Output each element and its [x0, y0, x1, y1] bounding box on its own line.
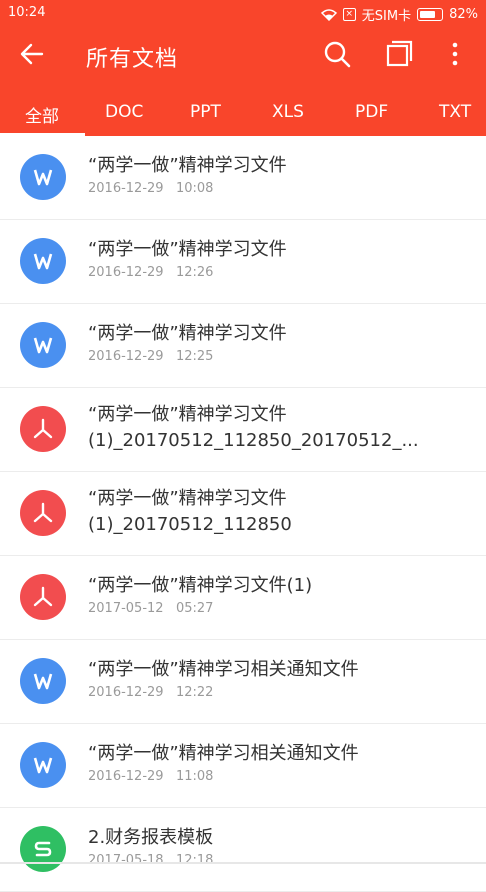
app-bar: 所有文档	[0, 26, 486, 88]
file-date: 2017-05-12 05:27	[88, 601, 214, 616]
file-date: 2016-12-29 12:26	[88, 265, 214, 280]
word-file-icon	[20, 742, 66, 788]
tab-ppt[interactable]: PPT	[190, 102, 221, 122]
no-sim-icon: ×	[342, 8, 356, 21]
tab-pdf-label: PDF	[355, 102, 389, 122]
file-item[interactable]: “两学一做”精神学习文件 (1)_20170512_112850	[0, 472, 486, 556]
file-item[interactable]: 2.财务报表模板 2017-05-18 12:18	[0, 808, 486, 892]
tab-bar: 全部 DOC PPT XLS PDF TXT	[0, 88, 486, 136]
search-icon[interactable]	[322, 39, 352, 69]
status-right: × 无SIM卡 82%	[320, 5, 478, 24]
file-item[interactable]: “两学一做”精神学习文件 2016-12-29 12:25	[0, 304, 486, 388]
file-list: “两学一做”精神学习文件 2016-12-29 10:08 “两学一做”精神学习…	[0, 136, 486, 892]
pdf-file-icon	[20, 406, 66, 452]
file-date: 2016-12-29 12:25	[88, 349, 214, 364]
tab-txt[interactable]: TXT	[439, 102, 471, 122]
pdf-file-icon	[20, 490, 66, 536]
tab-txt-label: TXT	[439, 102, 472, 122]
battery-percent: 82%	[449, 7, 478, 22]
top-bar: 10:24 × 无SIM卡 82% 所有文档 全部 DOC PPT XLS PD…	[0, 0, 486, 136]
status-bar: 10:24 × 无SIM卡 82%	[0, 0, 486, 26]
sim-status: 无SIM卡	[361, 9, 412, 24]
file-item[interactable]: “两学一做”精神学习相关通知文件 2016-12-29 12:22	[0, 640, 486, 724]
pdf-file-icon	[20, 574, 66, 620]
word-file-icon	[20, 238, 66, 284]
file-name-line2: (1)_20170512_112850	[88, 514, 292, 535]
file-name: “两学一做”精神学习相关通知文件	[88, 659, 359, 680]
tab-doc-label: DOC	[105, 102, 144, 122]
file-name: “两学一做”精神学习文件(1)	[88, 575, 313, 596]
word-file-icon	[20, 322, 66, 368]
file-date: 2016-12-29 12:22	[88, 685, 214, 700]
back-arrow-icon[interactable]	[18, 40, 46, 68]
tab-xls-label: XLS	[272, 102, 304, 122]
file-name-line2: (1)_20170512_112850_20170512_...	[88, 430, 419, 451]
tab-all[interactable]: 全部	[0, 102, 85, 136]
word-file-icon	[20, 658, 66, 704]
file-item[interactable]: “两学一做”精神学习文件 2016-12-29 12:26	[0, 220, 486, 304]
file-date: 2017-05-18 12:18	[88, 853, 214, 868]
tab-doc[interactable]: DOC	[105, 102, 143, 122]
tab-ppt-label: PPT	[190, 102, 221, 122]
file-name: “两学一做”精神学习文件	[88, 323, 287, 344]
file-name: “两学一做”精神学习文件	[88, 239, 287, 260]
battery-icon	[417, 8, 444, 21]
wifi-icon	[320, 8, 337, 21]
file-item[interactable]: “两学一做”精神学习文件 (1)_20170512_112850_2017051…	[0, 388, 486, 472]
file-date: 2016-12-29 10:08	[88, 181, 214, 196]
file-name: “两学一做”精神学习文件	[88, 488, 287, 509]
file-item[interactable]: “两学一做”精神学习文件 2016-12-29 10:08	[0, 136, 486, 220]
file-name: “两学一做”精神学习文件	[88, 155, 287, 176]
sheet-file-icon	[20, 826, 66, 872]
file-name: “两学一做”精神学习相关通知文件	[88, 743, 359, 764]
page-title: 所有文档	[86, 47, 179, 72]
file-item[interactable]: “两学一做”精神学习相关通知文件 2016-12-29 11:08	[0, 724, 486, 808]
word-file-icon	[20, 154, 66, 200]
tab-pdf[interactable]: PDF	[355, 102, 388, 122]
file-item[interactable]: “两学一做”精神学习文件(1) 2017-05-12 05:27	[0, 556, 486, 640]
tab-xls[interactable]: XLS	[272, 102, 304, 122]
file-date: 2016-12-29 11:08	[88, 769, 214, 784]
file-name: “两学一做”精神学习文件	[88, 404, 287, 425]
more-vertical-icon[interactable]	[440, 39, 470, 69]
file-name: 2.财务报表模板	[88, 827, 214, 848]
tab-all-label: 全部	[25, 107, 59, 127]
status-time: 10:24	[8, 5, 46, 20]
multi-select-icon[interactable]	[384, 39, 414, 69]
